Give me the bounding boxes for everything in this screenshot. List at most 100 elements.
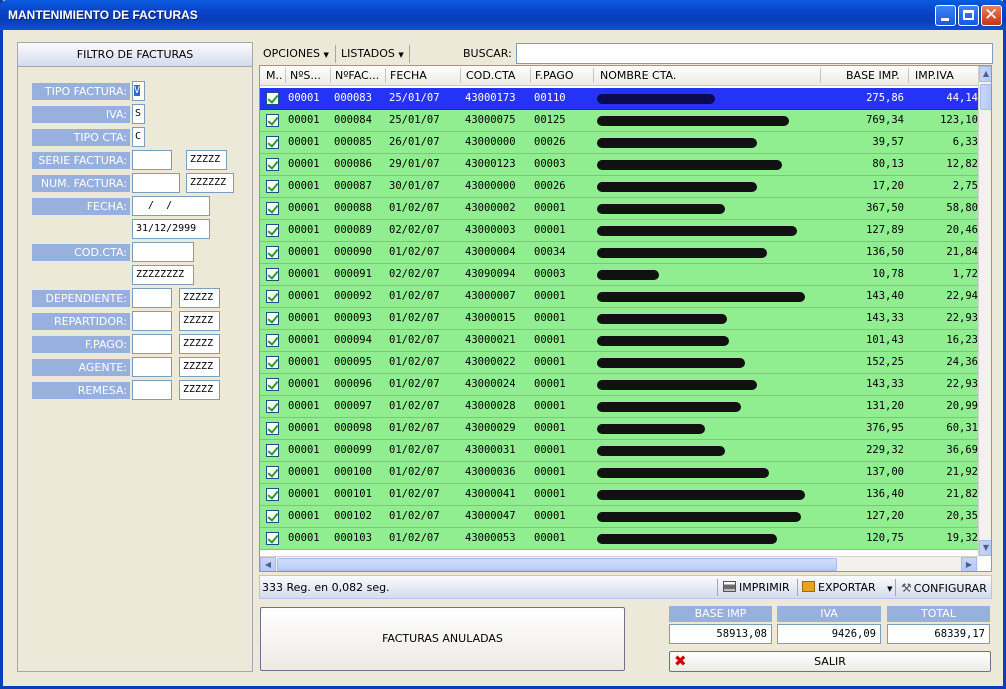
- col-header-cod-cta[interactable]: COD.CTA: [466, 69, 515, 82]
- table-row[interactable]: 00001 000084 25/01/07 43000075 00125 769,34 12…: [260, 110, 978, 132]
- fpago-from-input[interactable]: [132, 334, 172, 354]
- minimize-button[interactable]: [935, 5, 956, 26]
- table-row[interactable]: 00001 000097 01/02/07 43000028 00001 131,20 20…: [260, 396, 978, 418]
- fecha-to-input[interactable]: 31/12/2999: [132, 219, 210, 239]
- table-row[interactable]: 00001 000091 02/02/07 43090094 00003 10,78 1,7…: [260, 264, 978, 286]
- row-checkbox[interactable]: [266, 378, 279, 391]
- cod-cta-to-input[interactable]: ZZZZZZZZ: [132, 265, 194, 285]
- vertical-scroll-thumb[interactable]: [980, 84, 991, 110]
- table-row[interactable]: 00001 000089 02/02/07 43000003 00001 127,89 20…: [260, 220, 978, 242]
- facturas-anuladas-button[interactable]: FACTURAS ANULADAS: [260, 607, 625, 671]
- agente-from-input[interactable]: [132, 357, 172, 377]
- horizontal-scroll-thumb[interactable]: [277, 558, 837, 571]
- row-checkbox[interactable]: [266, 444, 279, 457]
- table-row[interactable]: 00001 000099 01/02/07 43000031 00001 229,32 36…: [260, 440, 978, 462]
- col-header-num-factura[interactable]: NºFAC...: [335, 69, 379, 82]
- title-bar[interactable]: MANTENIMIENTO DE FACTURAS ✕: [0, 0, 1006, 30]
- row-checkbox[interactable]: [266, 532, 279, 545]
- row-checkbox[interactable]: [266, 312, 279, 325]
- row-checkbox[interactable]: [266, 400, 279, 413]
- dropdown-arrow-icon: ▼: [887, 585, 893, 593]
- table-row[interactable]: 00001 000098 01/02/07 43000029 00001 376,95 60…: [260, 418, 978, 440]
- scroll-down-icon[interactable]: ▼: [979, 540, 991, 556]
- maximize-button[interactable]: [958, 5, 979, 26]
- table-row[interactable]: 00001 000095 01/02/07 43000022 00001 152,25 24…: [260, 352, 978, 374]
- table-row[interactable]: 00001 000092 01/02/07 43000007 00001 143,40 22…: [260, 286, 978, 308]
- row-checkbox[interactable]: [266, 334, 279, 347]
- table-row[interactable]: 00001 000100 01/02/07 43000036 00001 137,00 21…: [260, 462, 978, 484]
- fecha-from-input[interactable]: / /: [132, 196, 210, 216]
- search-input[interactable]: [516, 43, 993, 64]
- opciones-menu[interactable]: OPCIONES ▼: [263, 47, 329, 60]
- row-checkbox[interactable]: [266, 510, 279, 523]
- remesa-to-input[interactable]: ZZZZZ: [179, 380, 220, 400]
- cell-fecha: 01/02/07: [389, 444, 440, 456]
- fpago-to-input[interactable]: ZZZZZ: [179, 334, 220, 354]
- cod-cta-from-input[interactable]: [132, 242, 194, 262]
- table-row[interactable]: 00001 000103 01/02/07 43000053 00001 120,75 19…: [260, 528, 978, 550]
- table-row[interactable]: 00001 000085 26/01/07 43000000 00026 39,57 6,3…: [260, 132, 978, 154]
- serie-factura-from-input[interactable]: [132, 150, 172, 170]
- col-header-mark[interactable]: M..: [266, 69, 282, 82]
- col-header-serie[interactable]: NºS...: [290, 69, 321, 82]
- remesa-from-input[interactable]: [132, 380, 172, 400]
- close-button[interactable]: ✕: [981, 5, 1002, 26]
- table-row[interactable]: 00001 000096 01/02/07 43000024 00001 143,33 22…: [260, 374, 978, 396]
- row-checkbox[interactable]: [266, 268, 279, 281]
- close-icon: ✕: [984, 5, 999, 25]
- cell-base-imp: 137,00: [866, 466, 904, 478]
- vertical-scrollbar[interactable]: ▲ ▼: [978, 66, 991, 556]
- cell-fecha: 01/02/07: [389, 488, 440, 500]
- iva-input[interactable]: S: [132, 104, 145, 124]
- row-checkbox[interactable]: [266, 356, 279, 369]
- table-row[interactable]: 00001 000088 01/02/07 43000002 00001 367,50 58…: [260, 198, 978, 220]
- configurar-button[interactable]: ⚒ CONFIGURAR: [901, 581, 987, 595]
- table-row[interactable]: 00001 000101 01/02/07 43000041 00001 136,40 21…: [260, 484, 978, 506]
- scroll-right-icon[interactable]: ▶: [961, 557, 977, 571]
- row-checkbox[interactable]: [266, 290, 279, 303]
- num-factura-to-input[interactable]: ZZZZZZ: [186, 173, 234, 193]
- serie-factura-to-input[interactable]: ZZZZZ: [186, 150, 227, 170]
- col-header-fecha[interactable]: FECHA: [390, 69, 427, 82]
- listados-menu[interactable]: LISTADOS ▼: [341, 47, 404, 60]
- row-checkbox[interactable]: [266, 202, 279, 215]
- row-checkbox[interactable]: [266, 92, 279, 105]
- row-checkbox[interactable]: [266, 114, 279, 127]
- table-row[interactable]: 00001 000093 01/02/07 43000015 00001 143,33 22…: [260, 308, 978, 330]
- table-row[interactable]: 00001 000086 29/01/07 43000123 00003 80,13 12,…: [260, 154, 978, 176]
- tipo-cta-input[interactable]: C: [132, 127, 145, 147]
- horizontal-scrollbar[interactable]: ◀ ▶: [260, 556, 978, 571]
- imprimir-button[interactable]: IMPRIMIR: [723, 581, 790, 594]
- tipo-factura-input[interactable]: V: [132, 81, 145, 101]
- table-row[interactable]: 00001 000083 25/01/07 43000173 00110 275,86 44…: [260, 88, 978, 110]
- row-checkbox[interactable]: [266, 158, 279, 171]
- agente-to-input[interactable]: ZZZZZ: [179, 357, 220, 377]
- fecha-label: FECHA:: [32, 198, 130, 215]
- col-header-base-imp[interactable]: BASE IMP.: [846, 69, 900, 82]
- table-row[interactable]: 00001 000102 01/02/07 43000047 00001 127,20 20…: [260, 506, 978, 528]
- scroll-up-icon[interactable]: ▲: [979, 66, 991, 82]
- table-row[interactable]: 00001 000094 01/02/07 43000021 00001 101,43 16…: [260, 330, 978, 352]
- col-header-imp-iva[interactable]: IMP.IVA: [915, 69, 954, 82]
- row-checkbox[interactable]: [266, 224, 279, 237]
- cell-base-imp: 143,33: [866, 312, 904, 324]
- row-checkbox[interactable]: [266, 466, 279, 479]
- col-header-nombre-cta[interactable]: NOMBRE CTA.: [600, 69, 676, 82]
- scroll-left-icon[interactable]: ◀: [260, 557, 276, 571]
- repartidor-to-input[interactable]: ZZZZZ: [179, 311, 220, 331]
- exportar-button[interactable]: EXPORTAR ▼: [802, 581, 893, 594]
- row-checkbox[interactable]: [266, 246, 279, 259]
- row-checkbox[interactable]: [266, 180, 279, 193]
- repartidor-from-input[interactable]: [132, 311, 172, 331]
- row-checkbox[interactable]: [266, 488, 279, 501]
- cell-serie: 00001: [288, 136, 320, 148]
- row-checkbox[interactable]: [266, 422, 279, 435]
- row-checkbox[interactable]: [266, 136, 279, 149]
- salir-button[interactable]: ✖ SALIR: [669, 651, 991, 672]
- dependiente-to-input[interactable]: ZZZZZ: [179, 288, 220, 308]
- table-row[interactable]: 00001 000090 01/02/07 43000004 00034 136,50 21…: [260, 242, 978, 264]
- num-factura-from-input[interactable]: [132, 173, 180, 193]
- table-row[interactable]: 00001 000087 30/01/07 43000000 00026 17,20 2,7…: [260, 176, 978, 198]
- col-header-fpago[interactable]: F.PAGO: [535, 69, 574, 82]
- dependiente-from-input[interactable]: [132, 288, 172, 308]
